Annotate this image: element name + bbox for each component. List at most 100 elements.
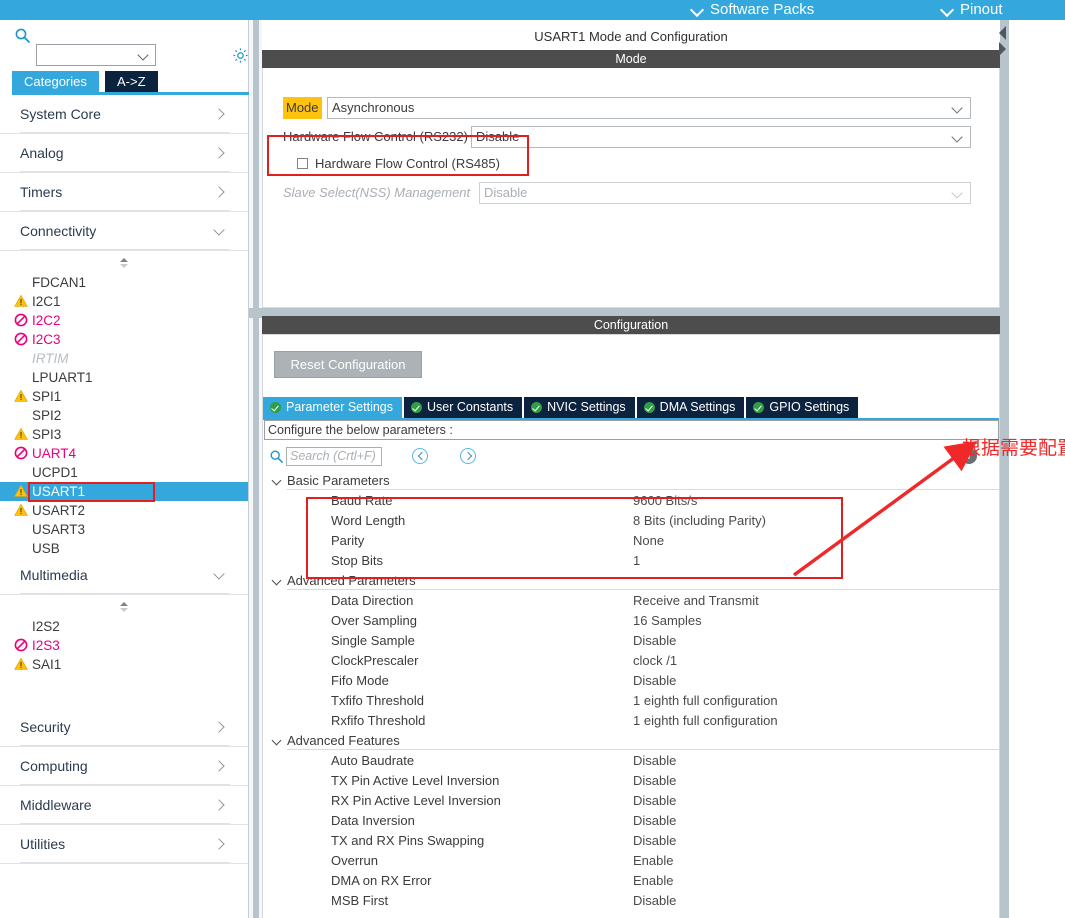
sidebar-item-uart4[interactable]: UART4 xyxy=(0,444,248,463)
parameter-row[interactable]: Txfifo Threshold 1 eighth full configurat… xyxy=(263,691,999,711)
parameter-name: Over Sampling xyxy=(331,613,417,628)
pinout-menu[interactable]: Pinout xyxy=(942,0,1003,20)
configuration-panel: Reset Configuration Parameter Settings Us… xyxy=(262,334,1000,918)
sidebar-category-connectivity[interactable]: Connectivity xyxy=(0,212,248,251)
parameter-value[interactable]: 16 Samples xyxy=(633,611,702,631)
flow-rs232-select[interactable]: Disable xyxy=(471,126,971,148)
parameter-value[interactable]: Disable xyxy=(633,831,676,851)
parameter-row[interactable]: DMA on RX Error Enable xyxy=(263,871,999,891)
parameter-value[interactable]: 1 xyxy=(633,551,640,571)
parameter-row[interactable]: Single Sample Disable xyxy=(263,631,999,651)
flow-rs485-checkbox[interactable] xyxy=(297,158,308,169)
sidebar-item-i2c2[interactable]: I2C2 xyxy=(0,311,248,330)
parameter-value[interactable]: Disable xyxy=(633,891,676,911)
tab-dma-settings[interactable]: DMA Settings xyxy=(636,397,745,418)
tab-categories[interactable]: Categories xyxy=(12,71,99,92)
check-circle-icon xyxy=(753,402,765,413)
sidebar-category-system-core[interactable]: System Core xyxy=(0,95,248,134)
chevron-right-icon xyxy=(214,187,224,197)
scroll-nub-icon[interactable] xyxy=(117,601,131,613)
parameter-value[interactable]: Disable xyxy=(633,751,676,771)
tab-user-constants[interactable]: User Constants xyxy=(404,397,523,418)
sidebar-category-security[interactable]: Security xyxy=(0,708,248,747)
search-input[interactable] xyxy=(36,44,156,66)
chevron-down-icon xyxy=(273,737,282,746)
sidebar-item-i2c3[interactable]: I2C3 xyxy=(0,330,248,349)
peripheral-list: FDCAN1 I2C1 I2C2 I2C3 IRTIM LPUART1 SPI1 SPI2 SP… xyxy=(0,251,248,556)
parameter-name: TX Pin Active Level Inversion xyxy=(331,773,500,788)
tab-nvic-settings[interactable]: NVIC Settings xyxy=(524,397,635,418)
sidebar-item-spi1[interactable]: SPI1 xyxy=(0,387,248,406)
sidebar-item-i2c1[interactable]: I2C1 xyxy=(0,292,248,311)
parameter-row[interactable]: Overrun Enable xyxy=(263,851,999,871)
parameter-value[interactable]: Disable xyxy=(633,671,676,691)
search-previous-icon[interactable] xyxy=(412,448,428,464)
peripheral-label: USB xyxy=(32,541,60,556)
sidebar-item-irtim[interactable]: IRTIM xyxy=(0,349,248,368)
parameter-row[interactable]: Fifo Mode Disable xyxy=(263,671,999,691)
sidebar-item-usart1[interactable]: USART1 xyxy=(0,482,248,501)
parameter-value[interactable]: Disable xyxy=(633,771,676,791)
nss-select[interactable]: Disable xyxy=(479,182,971,204)
parameter-row[interactable]: Over Sampling 16 Samples xyxy=(263,611,999,631)
sidebar-item-i2s3[interactable]: I2S3 xyxy=(0,636,248,655)
sidebar-item-fdcan1[interactable]: FDCAN1 xyxy=(0,273,248,292)
sidebar-item-usart3[interactable]: USART3 xyxy=(0,520,248,539)
sidebar-item-spi2[interactable]: SPI2 xyxy=(0,406,248,425)
parameter-value[interactable]: 9600 Bits/s xyxy=(633,491,697,511)
collapse-panel-icon[interactable] xyxy=(994,24,1009,64)
parameter-row[interactable]: TX Pin Active Level Inversion Disable xyxy=(263,771,999,791)
parameter-value[interactable]: Enable xyxy=(633,851,673,871)
parameter-value[interactable]: Disable xyxy=(633,811,676,831)
flow-rs485-row[interactable]: Hardware Flow Control (RS485) xyxy=(297,156,500,171)
parameter-row[interactable]: Auto Baudrate Disable xyxy=(263,751,999,771)
parameter-value[interactable]: 1 eighth full configuration xyxy=(633,711,778,731)
parameter-name: MSB First xyxy=(331,893,389,908)
search-next-icon[interactable] xyxy=(460,448,476,464)
parameter-row[interactable]: Data Direction Receive and Transmit xyxy=(263,591,999,611)
topbar-left-fill xyxy=(0,0,252,20)
sidebar-category-computing[interactable]: Computing xyxy=(0,747,248,786)
sidebar-category-multimedia[interactable]: Multimedia xyxy=(0,556,248,595)
sidebar-splitter[interactable] xyxy=(249,20,262,918)
sidebar-item-i2s2[interactable]: I2S2 xyxy=(0,617,248,636)
parameter-row[interactable]: RX Pin Active Level Inversion Disable xyxy=(263,791,999,811)
reset-configuration-button[interactable]: Reset Configuration xyxy=(274,351,422,378)
right-collapse-strip[interactable] xyxy=(1000,20,1009,918)
scroll-nub-icon[interactable] xyxy=(117,257,131,269)
parameter-row[interactable]: ClockPrescaler clock /1 xyxy=(263,651,999,671)
tab-parameter-settings[interactable]: Parameter Settings xyxy=(263,397,402,418)
sidebar-item-spi3[interactable]: SPI3 xyxy=(0,425,248,444)
chevron-down-icon xyxy=(214,570,224,580)
tab-gpio-settings[interactable]: GPIO Settings xyxy=(746,397,859,418)
sidebar-item-sai1[interactable]: SAI1 xyxy=(0,655,248,674)
parameter-value[interactable]: Disable xyxy=(633,791,676,811)
parameter-row[interactable]: MSB First Disable xyxy=(263,891,999,911)
software-packs-menu[interactable]: Software Packs xyxy=(692,0,814,20)
parameter-name: Fifo Mode xyxy=(331,673,389,688)
sidebar-category-timers[interactable]: Timers xyxy=(0,173,248,212)
parameter-row[interactable]: Data Inversion Disable xyxy=(263,811,999,831)
parameter-search-input[interactable]: Search (Crtl+F) xyxy=(286,447,382,466)
tab-a-to-z[interactable]: A->Z xyxy=(105,71,158,92)
parameter-value[interactable]: 1 eighth full configuration xyxy=(633,691,778,711)
sidebar-item-lpuart1[interactable]: LPUART1 xyxy=(0,368,248,387)
parameter-name: Overrun xyxy=(331,853,378,868)
parameter-value[interactable]: 8 Bits (including Parity) xyxy=(633,511,766,531)
parameter-value[interactable]: Disable xyxy=(633,631,676,651)
sidebar-category-middleware[interactable]: Middleware xyxy=(0,786,248,825)
parameter-row[interactable]: TX and RX Pins Swapping Disable xyxy=(263,831,999,851)
sidebar-category-analog[interactable]: Analog xyxy=(0,134,248,173)
parameter-row[interactable]: Rxfifo Threshold 1 eighth full configurat… xyxy=(263,711,999,731)
parameter-value[interactable]: Receive and Transmit xyxy=(633,591,759,611)
parameter-value[interactable]: clock /1 xyxy=(633,651,677,671)
sidebar-item-usart2[interactable]: USART2 xyxy=(0,501,248,520)
parameter-group-advanced-features[interactable]: Advanced Features xyxy=(263,731,999,751)
parameter-value[interactable]: None xyxy=(633,531,664,551)
gear-icon[interactable] xyxy=(232,47,249,64)
sidebar-category-label: Middleware xyxy=(20,796,92,813)
parameter-value[interactable]: Enable xyxy=(633,871,673,891)
mode-select[interactable]: Asynchronous xyxy=(327,97,971,119)
sidebar-item-ucpd1[interactable]: UCPD1 xyxy=(0,463,248,482)
sidebar-category-utilities[interactable]: Utilities xyxy=(0,825,248,864)
